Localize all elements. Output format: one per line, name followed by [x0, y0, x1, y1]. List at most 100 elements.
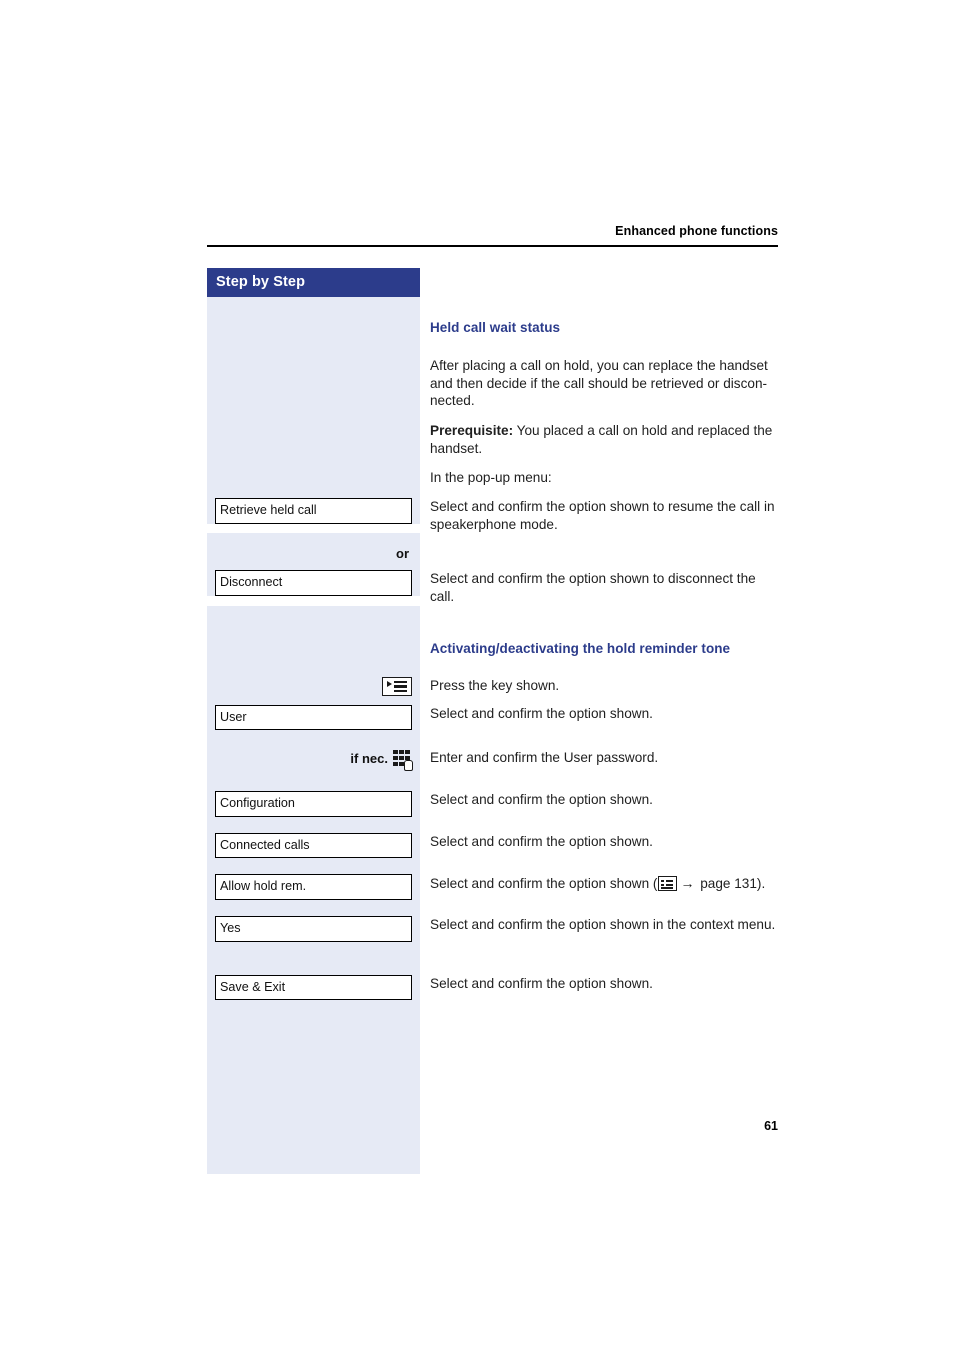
- page-number: 61: [764, 1119, 778, 1133]
- step-description-configuration: Select and confirm the option shown.: [430, 792, 653, 808]
- step-description-enter-password: Enter and confirm the User password.: [430, 750, 659, 766]
- spacer-left: [207, 533, 420, 547]
- spacer-left: [207, 561, 420, 571]
- if-nec-label: if nec.: [350, 751, 388, 767]
- key-icon-arrow: [387, 680, 392, 687]
- step-left-user: User: [207, 704, 420, 731]
- optbox-wrap: Configuration: [215, 791, 412, 817]
- sidebar-trailing-fill: [207, 1000, 420, 1175]
- display-option-allow-hold-rem[interactable]: Allow hold rem.: [215, 874, 412, 901]
- step-right-allow-hold-rem: Select and confirm the option shown ( → p…: [420, 874, 778, 893]
- spacer-row: [207, 663, 778, 677]
- step-row-enter-password: if nec. Enter and confirm the User passw…: [207, 749, 778, 771]
- display-option-retrieve-held-call[interactable]: Retrieve held call: [215, 498, 412, 524]
- spacer-left: [207, 900, 420, 917]
- keypad-icon-key: [399, 749, 404, 755]
- section-heading-row-2: Activating/deactivating the hold reminde…: [207, 639, 778, 664]
- spacer-left: [207, 816, 420, 833]
- display-option-configuration[interactable]: Configuration: [215, 791, 412, 817]
- spacer-row: [207, 769, 778, 792]
- step-right-save-and-exit: Select and confirm the option shown.: [420, 975, 778, 993]
- cross-ref-prefix: Select and confirm the option shown (: [430, 876, 658, 892]
- prerequisite-paragraph: Prerequisite: You placed a call on hold …: [430, 422, 778, 457]
- prereq-left-blank: [207, 422, 420, 459]
- optbox-wrap: Disconnect: [215, 570, 412, 596]
- key-icon-line: [394, 681, 407, 684]
- popup-menu-row: In the pop-up menu:: [207, 469, 778, 488]
- spacer-row: [207, 459, 778, 469]
- keypad-icon-key: [399, 755, 404, 761]
- running-header-title: Enhanced phone functions: [615, 224, 778, 238]
- or-connector: or: [396, 546, 409, 562]
- spacer-left: [207, 297, 420, 319]
- display-option-user[interactable]: User: [215, 704, 412, 731]
- optbox-wrap: User: [215, 704, 412, 731]
- keypad-icon-key: [393, 749, 398, 755]
- step-left-enter-password: if nec.: [207, 749, 420, 771]
- section2-left-blank: [207, 639, 420, 664]
- spacer-left: [207, 769, 420, 792]
- list-icon-dot: [661, 883, 664, 887]
- step-row-connected-calls: Connected calls Select and confirm the o…: [207, 832, 778, 859]
- list-icon-line: [665, 883, 674, 886]
- section-heading-held-call-wait-status: Held call wait status: [430, 320, 561, 335]
- section1-heading-cell: Held call wait status: [420, 319, 778, 337]
- spacer-row: [207, 605, 778, 640]
- step-left-press-key: [207, 676, 420, 696]
- intro-paragraph-row: After placing a call on hold, you can re…: [207, 357, 778, 412]
- step-description-yes: Select and confirm the option shown in t…: [430, 917, 776, 933]
- spacer-row: [207, 695, 778, 705]
- step-row-configuration: Configuration Select and confirm the opt…: [207, 791, 778, 817]
- step-description-disconnect: Select and confirm the option shown to d…: [430, 571, 756, 605]
- step-row-allow-hold-rem: Allow hold rem. Select and confirm the o…: [207, 874, 778, 901]
- spacer-left: [207, 941, 420, 975]
- keypad-icon-key: [393, 755, 398, 761]
- popup-left-blank: [207, 469, 420, 488]
- spacer-left: [207, 858, 420, 875]
- step-right-retrieve-held-call: Select and confirm the option shown to r…: [420, 498, 778, 533]
- step-right-press-key: Press the key shown.: [420, 677, 778, 695]
- display-option-yes[interactable]: Yes: [215, 916, 412, 942]
- page-content: Step by Step Held call wait status After…: [207, 268, 778, 1175]
- step-description-user: Select and confirm the option shown.: [430, 705, 653, 721]
- keypad-icon[interactable]: [393, 749, 413, 771]
- display-option-disconnect[interactable]: Disconnect: [215, 570, 412, 596]
- display-option-save-and-exit[interactable]: Save & Exit: [215, 974, 412, 1001]
- keypad-icon-hand: [404, 759, 413, 771]
- optbox-wrap: Retrieve held call: [215, 498, 412, 524]
- display-option-connected-calls[interactable]: Connected calls: [215, 832, 412, 859]
- cross-ref-page[interactable]: page 131).: [696, 876, 765, 891]
- spacer-left: [207, 412, 420, 422]
- list-icon-line: [661, 887, 674, 890]
- spacer-row: [207, 730, 778, 750]
- step-description-connected-calls: Select and confirm the option shown.: [430, 833, 653, 849]
- step-right-enter-password: Enter and confirm the User password.: [420, 749, 778, 767]
- spacer-left: [207, 730, 420, 750]
- section1-left-blank: [207, 319, 420, 343]
- key-icon[interactable]: [382, 676, 412, 696]
- spacer-left: [207, 663, 420, 677]
- intro-left-blank: [207, 357, 420, 412]
- sidebar-title: Step by Step: [207, 268, 420, 297]
- step-right-disconnect: Select and confirm the option shown to d…: [420, 570, 778, 605]
- key-icon-line: [394, 689, 407, 692]
- spacer-left: [207, 605, 420, 640]
- header-divider: [207, 245, 778, 247]
- keypad-icon-key: [393, 761, 398, 767]
- step-row-save-and-exit: Save & Exit Select and confirm the optio…: [207, 974, 778, 1001]
- spacer-row: [207, 561, 778, 571]
- sidebar-trailing-fill-row: [207, 1000, 778, 1175]
- optbox-wrap: Connected calls: [215, 832, 412, 859]
- step-right-configuration: Select and confirm the option shown.: [420, 791, 778, 809]
- key-icon-line: [394, 685, 407, 688]
- step-row-press-key: Press the key shown.: [207, 676, 778, 696]
- step-left-yes: Yes: [207, 916, 420, 942]
- sidebar-title-row: Step by Step: [207, 268, 778, 297]
- step-description-save-and-exit: Select and confirm the option shown.: [430, 975, 653, 991]
- prerequisite-row: Prerequisite: You placed a call on hold …: [207, 422, 778, 459]
- prerequisite-label: Prerequisite:: [430, 423, 514, 438]
- spacer-row: [207, 941, 778, 975]
- spacer-row: [207, 858, 778, 875]
- step-left-retrieve-held-call: Retrieve held call: [207, 498, 420, 524]
- cross-ref-arrow-icon: →: [680, 875, 695, 892]
